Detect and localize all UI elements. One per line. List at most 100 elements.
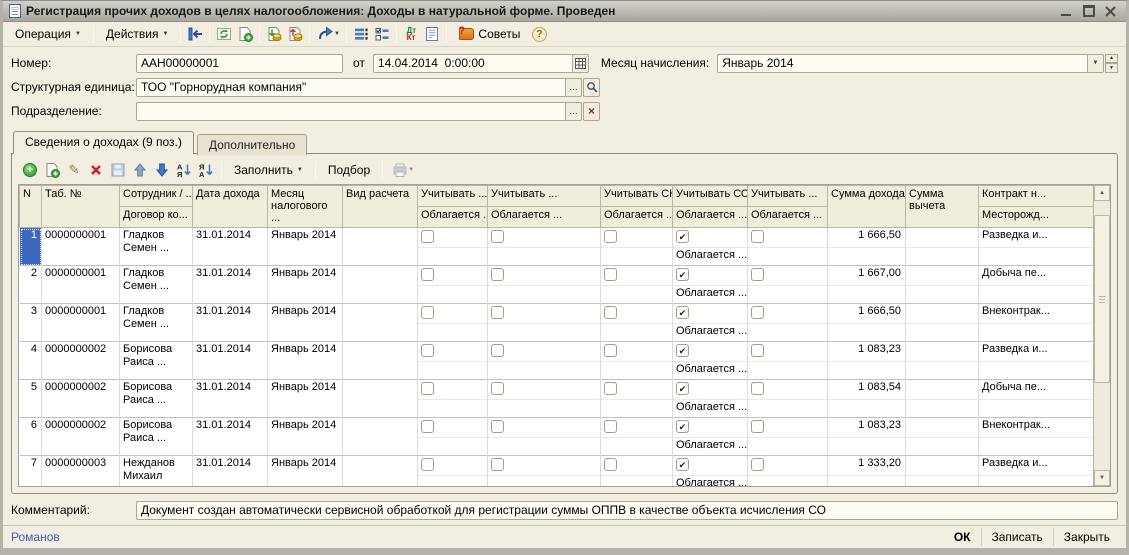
income-sum-cell[interactable]: 1 333,20 bbox=[828, 456, 906, 476]
income-sum-sub-cell[interactable] bbox=[828, 324, 906, 342]
employee-cell[interactable]: Гладков Семен ... bbox=[120, 228, 193, 266]
acc-sn-note-cell[interactable] bbox=[601, 476, 673, 487]
acc1-checkbox[interactable] bbox=[421, 344, 434, 357]
col-account-sn[interactable]: Учитывать СН bbox=[601, 186, 673, 207]
income-date-cell[interactable]: 31.01.2014 bbox=[193, 456, 268, 487]
deduction-sum-sub-cell[interactable] bbox=[906, 400, 979, 418]
acc-sn-note-cell[interactable] bbox=[601, 438, 673, 456]
contract-sub-cell[interactable] bbox=[979, 286, 1094, 304]
income-date-cell[interactable]: 31.01.2014 bbox=[193, 304, 268, 342]
acc5-checkbox[interactable] bbox=[751, 382, 764, 395]
acc-so-cell[interactable]: ✔ bbox=[673, 342, 748, 362]
acc1-note-cell[interactable] bbox=[418, 286, 488, 304]
unpost-document-icon[interactable] bbox=[285, 24, 305, 44]
sort-ascending-icon[interactable]: АЯ bbox=[174, 160, 194, 180]
acc5-checkbox[interactable] bbox=[751, 230, 764, 243]
acc5-cell[interactable] bbox=[748, 266, 828, 286]
acc-sn-note-cell[interactable] bbox=[601, 286, 673, 304]
employee-cell[interactable]: Нежданов Михаил bbox=[120, 456, 193, 487]
acc1-checkbox[interactable] bbox=[421, 230, 434, 243]
acc2-cell[interactable] bbox=[488, 228, 601, 248]
row-number-cell[interactable]: 4 bbox=[20, 342, 42, 380]
tab-number-cell[interactable]: 0000000002 bbox=[42, 418, 120, 456]
col-income-date[interactable]: Дата дохода bbox=[193, 186, 268, 228]
acc-so-note-cell[interactable]: Облагается ... bbox=[673, 286, 748, 304]
tab-number-cell[interactable]: 0000000001 bbox=[42, 228, 120, 266]
acc1-note-cell[interactable] bbox=[418, 362, 488, 380]
acc-sn-cell[interactable] bbox=[601, 456, 673, 476]
acc-sn-note-cell[interactable] bbox=[601, 362, 673, 380]
deduction-sum-sub-cell[interactable] bbox=[906, 248, 979, 266]
tab-number-cell[interactable]: 0000000001 bbox=[42, 304, 120, 342]
tab-additional[interactable]: Дополнительно bbox=[197, 134, 307, 155]
income-date-cell[interactable]: 31.01.2014 bbox=[193, 418, 268, 456]
employee-cell[interactable]: Гладков Семен ... bbox=[120, 304, 193, 342]
income-date-cell[interactable]: 31.01.2014 bbox=[193, 266, 268, 304]
tax-month-cell[interactable]: Январь 2014 bbox=[268, 342, 343, 380]
acc5-cell[interactable] bbox=[748, 342, 828, 362]
acc-so-note-cell[interactable]: Облагается ... bbox=[673, 476, 748, 487]
acc-sn-checkbox[interactable] bbox=[604, 344, 617, 357]
deduction-sum-cell[interactable] bbox=[906, 456, 979, 476]
acc2-note-cell[interactable] bbox=[488, 362, 601, 380]
contract-cell[interactable]: Разведка и... bbox=[979, 456, 1094, 476]
calc-type-cell[interactable] bbox=[343, 342, 418, 380]
list-structure-icon[interactable] bbox=[351, 24, 371, 44]
income-date-cell[interactable]: 31.01.2014 bbox=[193, 380, 268, 418]
col-income-sum[interactable]: Сумма дохода bbox=[828, 186, 906, 228]
acc1-cell[interactable] bbox=[418, 228, 488, 248]
end-edit-icon[interactable] bbox=[108, 160, 128, 180]
tax-month-cell[interactable]: Январь 2014 bbox=[268, 304, 343, 342]
acc-sn-checkbox[interactable] bbox=[604, 420, 617, 433]
deduction-sum-sub-cell[interactable] bbox=[906, 286, 979, 304]
department-ellipsis-button[interactable]: ... bbox=[565, 102, 582, 121]
deduction-sum-sub-cell[interactable] bbox=[906, 476, 979, 487]
sort-descending-icon[interactable]: ЯА bbox=[196, 160, 216, 180]
go-to-icon[interactable]: ▼ bbox=[314, 24, 342, 44]
acc5-note-cell[interactable] bbox=[748, 286, 828, 304]
acc5-cell[interactable] bbox=[748, 228, 828, 248]
acc5-note-cell[interactable] bbox=[748, 362, 828, 380]
employee-cell[interactable]: Борисова Раиса ... bbox=[120, 342, 193, 380]
scrollbar-track[interactable] bbox=[1094, 201, 1110, 470]
row-number-cell[interactable]: 2 bbox=[20, 266, 42, 304]
acc-so-cell[interactable]: ✔ bbox=[673, 456, 748, 476]
col-taxable-2[interactable]: Облагается ... bbox=[488, 207, 601, 228]
tab-number-cell[interactable]: 0000000002 bbox=[42, 380, 120, 418]
unit-search-button[interactable] bbox=[583, 78, 600, 97]
col-taxable-1[interactable]: Облагается ... bbox=[418, 207, 488, 228]
income-sum-sub-cell[interactable] bbox=[828, 248, 906, 266]
calc-type-cell[interactable] bbox=[343, 456, 418, 487]
acc5-checkbox[interactable] bbox=[751, 268, 764, 281]
income-sum-cell[interactable]: 1 083,23 bbox=[828, 418, 906, 438]
list-settings-icon[interactable] bbox=[372, 24, 392, 44]
acc2-checkbox[interactable] bbox=[491, 268, 504, 281]
close-button[interactable] bbox=[1104, 5, 1118, 17]
deduction-sum-cell[interactable] bbox=[906, 228, 979, 248]
acc2-checkbox[interactable] bbox=[491, 230, 504, 243]
deduction-sum-cell[interactable] bbox=[906, 266, 979, 286]
acc2-checkbox[interactable] bbox=[491, 306, 504, 319]
acc2-cell[interactable] bbox=[488, 266, 601, 286]
report-icon[interactable] bbox=[422, 24, 442, 44]
month-spinner[interactable]: ▲ ▼ bbox=[1105, 54, 1118, 73]
income-sum-sub-cell[interactable] bbox=[828, 400, 906, 418]
scroll-up-icon[interactable]: ▲ bbox=[1094, 185, 1110, 201]
contract-sub-cell[interactable] bbox=[979, 476, 1094, 487]
help-icon[interactable]: ? bbox=[529, 24, 549, 44]
acc-sn-note-cell[interactable] bbox=[601, 400, 673, 418]
col-taxable-so[interactable]: Облагается ... bbox=[673, 207, 748, 228]
acc1-note-cell[interactable] bbox=[418, 438, 488, 456]
tab-number-cell[interactable]: 0000000002 bbox=[42, 342, 120, 380]
income-sum-sub-cell[interactable] bbox=[828, 362, 906, 380]
calc-type-cell[interactable] bbox=[343, 266, 418, 304]
acc2-note-cell[interactable] bbox=[488, 248, 601, 266]
acc1-checkbox[interactable] bbox=[421, 268, 434, 281]
acc5-checkbox[interactable] bbox=[751, 306, 764, 319]
deduction-sum-cell[interactable] bbox=[906, 418, 979, 438]
acc2-note-cell[interactable] bbox=[488, 476, 601, 487]
acc-sn-note-cell[interactable] bbox=[601, 248, 673, 266]
acc-so-note-cell[interactable]: Облагается ... bbox=[673, 362, 748, 380]
acc5-note-cell[interactable] bbox=[748, 438, 828, 456]
scrollbar-thumb[interactable] bbox=[1094, 215, 1110, 383]
